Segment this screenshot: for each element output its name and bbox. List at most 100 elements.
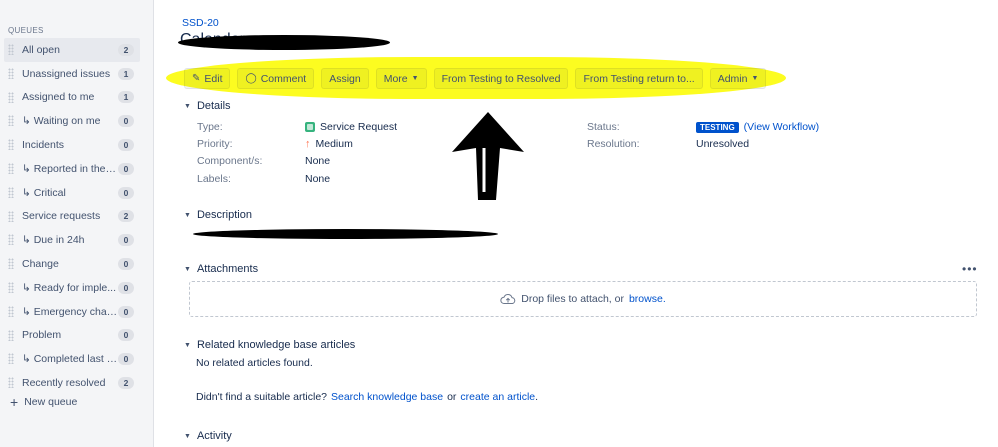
queue-count: 0: [118, 234, 134, 247]
drag-handle-icon[interactable]: [8, 305, 14, 317]
more-actions-icon[interactable]: •••: [962, 262, 978, 276]
queue-item-completed-last[interactable]: ↳ Completed last 3... 0: [4, 347, 140, 371]
queue-count: 0: [118, 305, 134, 318]
chevron-down-icon: ▼: [184, 432, 191, 440]
status-label: Status:: [587, 121, 620, 133]
pencil-icon: ✎: [192, 73, 201, 84]
queue-item-waiting-on-me[interactable]: ↳ Waiting on me 0: [4, 109, 140, 133]
drag-handle-icon[interactable]: [8, 377, 14, 389]
queue-label: ↳ Emergency chan...: [22, 305, 118, 318]
queues-heading: QUEUES: [8, 26, 44, 35]
drop-text: Drop files to attach, or: [521, 293, 624, 305]
issue-key-link[interactable]: SSD-20: [182, 17, 219, 29]
view-workflow-link[interactable]: (View Workflow): [744, 121, 819, 133]
activity-section-toggle[interactable]: ▼ Activity: [184, 430, 232, 442]
priority-label: Priority:: [197, 138, 233, 150]
assign-button[interactable]: Assign: [321, 68, 369, 89]
queue-label: Problem: [22, 329, 62, 342]
kb-section-toggle[interactable]: ▼ Related knowledge base articles: [184, 339, 355, 351]
description-heading: Description: [196, 209, 252, 221]
chevron-down-icon: ▼: [751, 75, 759, 82]
transition-return-label: From Testing return to...: [583, 72, 695, 85]
drag-handle-icon[interactable]: [8, 186, 14, 198]
queue-count: 1: [118, 91, 134, 104]
admin-button[interactable]: Admin ▼: [709, 68, 767, 89]
queue-item-assigned-to-me[interactable]: Assigned to me 1: [4, 86, 140, 110]
no-articles-text: No related articles found.: [196, 357, 313, 369]
queue-label: Service requests: [22, 210, 101, 223]
queue-label: Recently resolved: [22, 377, 106, 390]
kb-or: or: [447, 391, 457, 403]
priority-value: ↑ Medium: [305, 138, 353, 150]
queue-item-due-in-24h[interactable]: ↳ Due in 24h 0: [4, 228, 140, 252]
attachments-heading: Attachments: [196, 263, 259, 275]
status-value: TESTING (View Workflow): [696, 121, 819, 133]
queue-item-recently-resolved[interactable]: Recently resolved 2: [4, 371, 140, 395]
queue-item-problem[interactable]: Problem 0: [4, 324, 140, 348]
components-label: Component/s:: [197, 155, 263, 167]
queue-item-unassigned[interactable]: Unassigned issues 1: [4, 62, 140, 86]
chevron-down-icon: ▼: [184, 265, 191, 273]
redaction-scribble: [178, 35, 390, 50]
priority-medium-icon: ↑: [305, 138, 311, 150]
drag-handle-icon[interactable]: [8, 234, 14, 246]
drag-handle-icon[interactable]: [8, 44, 14, 55]
queue-item-critical[interactable]: ↳ Critical 0: [4, 181, 140, 205]
details-section-toggle[interactable]: ▼ Details: [184, 100, 231, 112]
attachment-dropzone[interactable]: Drop files to attach, or browse.: [189, 281, 977, 317]
chevron-down-icon: ▼: [184, 211, 191, 219]
queue-item-ready-for-implementation[interactable]: ↳ Ready for imple... 0: [4, 276, 140, 300]
chevron-down-icon: ▼: [184, 102, 191, 110]
queue-label: Unassigned issues: [22, 67, 111, 80]
browse-link[interactable]: browse.: [629, 293, 666, 305]
create-article-link[interactable]: create an article: [460, 391, 535, 403]
queue-count: 0: [118, 139, 134, 152]
queue-count: 0: [118, 258, 134, 271]
drag-handle-icon[interactable]: [8, 210, 14, 222]
priority-value-text: Medium: [315, 138, 353, 150]
queue-count: 0: [118, 115, 134, 128]
edit-button[interactable]: ✎ Edit: [184, 68, 231, 89]
sidebar: QUEUES All open 2 Unassigned issues 1 Assi…: [0, 0, 154, 447]
drag-handle-icon[interactable]: [8, 67, 14, 79]
drag-handle-icon[interactable]: [8, 329, 14, 341]
queue-label: ↳ Completed last 3...: [22, 353, 118, 366]
transition-to-resolved-button[interactable]: From Testing to Resolved: [433, 68, 569, 89]
queue-count: 2: [118, 210, 134, 223]
attachments-section-toggle[interactable]: ▼ Attachments: [184, 263, 258, 275]
new-queue-button[interactable]: + New queue: [10, 395, 77, 409]
queue-item-reported-in-last[interactable]: ↳ Reported in the l... 0: [4, 157, 140, 181]
labels-value: None: [305, 173, 331, 185]
components-value: None: [305, 155, 331, 167]
queue-item-emergency-change[interactable]: ↳ Emergency chan... 0: [4, 300, 140, 324]
queue-item-change[interactable]: Change 0: [4, 252, 140, 276]
queue-label: ↳ Waiting on me: [22, 115, 101, 128]
transition-return-button[interactable]: From Testing return to...: [575, 68, 703, 89]
chevron-down-icon: ▼: [184, 341, 191, 349]
resolution-value: Unresolved: [696, 138, 750, 150]
drag-handle-icon[interactable]: [8, 353, 14, 365]
comment-icon: ◯: [245, 73, 257, 84]
drag-handle-icon[interactable]: [8, 115, 14, 127]
drag-handle-icon[interactable]: [8, 281, 14, 293]
kb-heading: Related knowledge base articles: [196, 339, 356, 351]
queue-label: Incidents: [22, 139, 65, 152]
queue-list: All open 2 Unassigned issues 1 Assigned to…: [4, 38, 140, 395]
comment-button[interactable]: ◯ Comment: [237, 68, 315, 89]
queue-label: Assigned to me: [22, 91, 95, 104]
queue-label: All open: [22, 43, 60, 56]
drag-handle-icon[interactable]: [8, 91, 14, 103]
drag-handle-icon[interactable]: [8, 162, 14, 174]
queue-label: ↳ Reported in the l...: [22, 162, 118, 175]
more-button[interactable]: More ▼: [375, 68, 427, 89]
resolution-label: Resolution:: [587, 138, 640, 150]
type-value: Service Request: [305, 121, 397, 133]
up-arrow-drawing: [452, 112, 524, 200]
search-kb-link[interactable]: Search knowledge base: [331, 391, 443, 403]
description-section-toggle[interactable]: ▼ Description: [184, 209, 252, 221]
queue-item-all-open[interactable]: All open 2: [4, 38, 140, 62]
drag-handle-icon[interactable]: [8, 258, 14, 270]
drag-handle-icon[interactable]: [8, 139, 14, 151]
queue-item-incidents[interactable]: Incidents 0: [4, 133, 140, 157]
queue-item-service-requests[interactable]: Service requests 2: [4, 205, 140, 229]
